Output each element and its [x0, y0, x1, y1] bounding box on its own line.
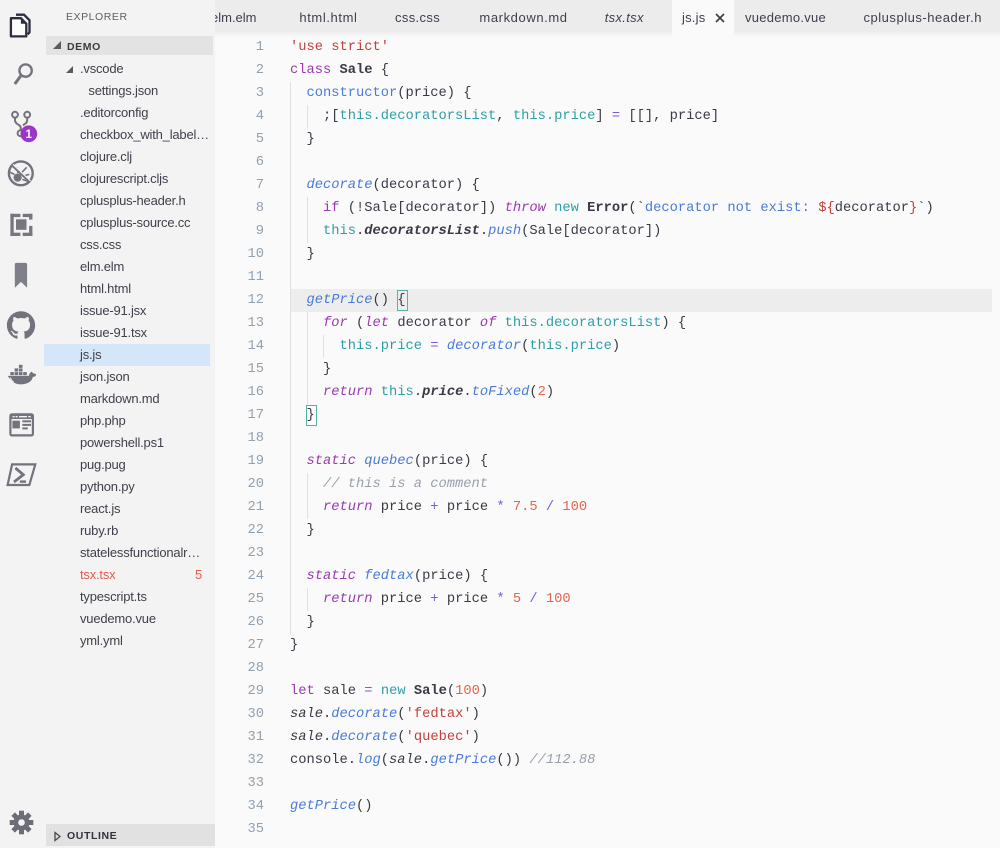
- svg-text:1: 1: [25, 129, 32, 141]
